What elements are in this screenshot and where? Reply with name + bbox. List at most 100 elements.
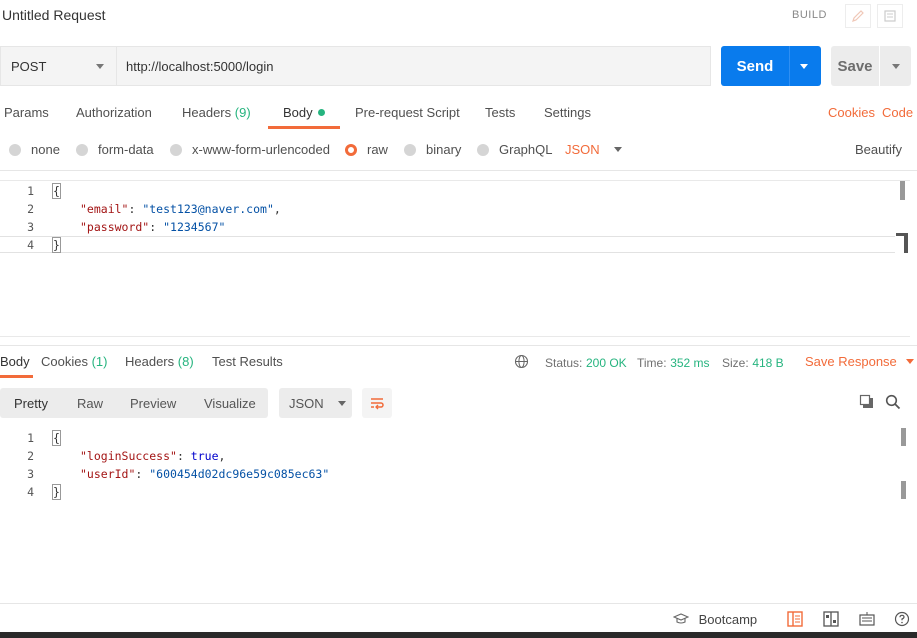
- tab-test-results[interactable]: Test Results: [212, 354, 283, 369]
- tab-response-body[interactable]: Body: [0, 354, 30, 369]
- json-value: "1234567": [163, 220, 226, 234]
- bootcamp-button[interactable]: Bootcamp: [672, 612, 758, 627]
- tab-params[interactable]: Params: [4, 105, 49, 120]
- line-number: 2: [27, 449, 34, 463]
- radio-form-data[interactable]: form-data: [76, 142, 154, 157]
- size-info[interactable]: Size: 418 B: [722, 355, 784, 370]
- chevron-down-icon: [96, 64, 104, 69]
- tab-response-headers-label: Headers: [125, 354, 175, 369]
- radio-icon: [9, 143, 21, 156]
- search-icon[interactable]: [885, 394, 901, 413]
- os-taskbar: [0, 632, 917, 638]
- active-tab-indicator: [268, 126, 340, 129]
- line-number: 2: [27, 202, 34, 216]
- radio-icon: [170, 143, 182, 156]
- scrollbar-thumb[interactable]: [901, 428, 906, 446]
- keyboard-shortcuts-icon[interactable]: [859, 611, 875, 630]
- code-line[interactable]: }: [52, 237, 61, 253]
- code-line[interactable]: "loginSuccess": true,: [80, 449, 225, 463]
- two-pane-view-icon[interactable]: [787, 611, 803, 630]
- build-label[interactable]: BUILD: [792, 9, 827, 21]
- format-select[interactable]: JSON: [565, 142, 622, 157]
- body-indicator-dot: [317, 109, 325, 116]
- time-info[interactable]: Time: 352 ms: [637, 355, 710, 370]
- view-visualize[interactable]: Visualize: [204, 396, 256, 411]
- line-number: 4: [27, 238, 34, 252]
- url-input[interactable]: http://localhost:5000/login: [116, 46, 711, 86]
- save-response-button[interactable]: Save Response: [805, 354, 915, 369]
- divider: [0, 345, 917, 346]
- edit-icon[interactable]: [845, 4, 871, 28]
- view-pretty[interactable]: Pretty: [14, 396, 48, 411]
- cookies-link[interactable]: Cookies: [828, 105, 875, 120]
- layout-icon[interactable]: [823, 611, 839, 630]
- scrollbar-thumb[interactable]: [900, 181, 905, 200]
- format-label: JSON: [565, 142, 600, 157]
- request-title[interactable]: Untitled Request: [2, 7, 106, 23]
- json-key: "password": [80, 220, 150, 234]
- active-response-tab-indicator: [0, 375, 33, 378]
- view-preview[interactable]: Preview: [130, 396, 176, 411]
- method-select[interactable]: POST: [0, 46, 116, 86]
- tab-prerequest-script[interactable]: Pre-request Script: [355, 105, 460, 120]
- radio-icon: [477, 143, 489, 156]
- radio-urlencoded[interactable]: x-www-form-urlencoded: [170, 142, 330, 157]
- send-options-chevron-icon[interactable]: [800, 63, 808, 69]
- json-value: true: [190, 449, 219, 463]
- scrollbar-marker: [901, 481, 906, 499]
- tab-response-cookies[interactable]: Cookies (1): [41, 354, 107, 369]
- size-value: 418 B: [752, 356, 784, 370]
- tab-body[interactable]: Body: [283, 105, 325, 120]
- response-format-select[interactable]: JSON: [279, 388, 352, 418]
- status-value: 200 OK: [585, 356, 627, 370]
- code-line[interactable]: "email": "test123@naver.com",: [80, 202, 281, 216]
- radio-raw[interactable]: raw: [345, 142, 388, 157]
- save-divider: [879, 46, 880, 86]
- bootcamp-label: Bootcamp: [698, 612, 758, 627]
- tab-tests[interactable]: Tests: [485, 105, 515, 120]
- comments-icon[interactable]: [877, 4, 903, 28]
- radio-graphql-label: GraphQL: [499, 142, 553, 157]
- code-line[interactable]: "userId": "600454d02dc96e59c085ec63": [80, 467, 329, 481]
- save-options-chevron-icon[interactable]: [892, 63, 900, 69]
- tab-headers[interactable]: Headers (9): [182, 105, 251, 120]
- code-line[interactable]: "password": "1234567": [80, 220, 225, 234]
- scrollbar-marker: [904, 235, 908, 253]
- copy-icon[interactable]: [859, 394, 875, 413]
- code-line[interactable]: {: [52, 430, 61, 446]
- beautify-link[interactable]: Beautify: [855, 142, 902, 157]
- line-number: 3: [27, 467, 34, 481]
- status-info[interactable]: Status: 200 OK: [545, 355, 627, 370]
- line-number: 4: [27, 485, 34, 499]
- open-brace: {: [52, 430, 61, 446]
- tab-settings[interactable]: Settings: [544, 105, 591, 120]
- save-label: Save: [837, 57, 873, 75]
- time-value: 352 ms: [670, 356, 710, 370]
- globe-icon[interactable]: [514, 354, 529, 372]
- tab-response-headers[interactable]: Headers (8): [125, 354, 194, 369]
- radio-none-label: none: [31, 142, 60, 157]
- send-label: Send: [736, 57, 774, 75]
- json-value: "600454d02dc96e59c085ec63": [149, 467, 330, 481]
- code-link[interactable]: Code: [882, 105, 913, 120]
- code-line[interactable]: {: [52, 183, 61, 199]
- help-icon[interactable]: [894, 611, 910, 630]
- code-line[interactable]: }: [52, 484, 61, 500]
- radio-icon: [76, 143, 88, 156]
- chevron-down-icon: [337, 400, 346, 406]
- radio-binary-label: binary: [426, 142, 462, 157]
- line-number: 1: [27, 431, 34, 445]
- response-format-label: JSON: [289, 395, 324, 411]
- radio-graphql[interactable]: GraphQL: [477, 142, 552, 157]
- radio-urlencoded-label: x-www-form-urlencoded: [192, 142, 330, 157]
- tab-authorization[interactable]: Authorization: [76, 105, 152, 120]
- radio-none[interactable]: none: [9, 142, 60, 157]
- view-raw[interactable]: Raw: [77, 396, 103, 411]
- save-button[interactable]: Save: [831, 46, 911, 86]
- radio-binary[interactable]: binary: [404, 142, 461, 157]
- close-brace: }: [52, 484, 61, 500]
- send-button[interactable]: Send: [721, 46, 821, 86]
- tab-cookies-count: (1): [91, 354, 108, 369]
- radio-raw-label: raw: [367, 142, 388, 157]
- wrap-lines-button[interactable]: [362, 388, 392, 418]
